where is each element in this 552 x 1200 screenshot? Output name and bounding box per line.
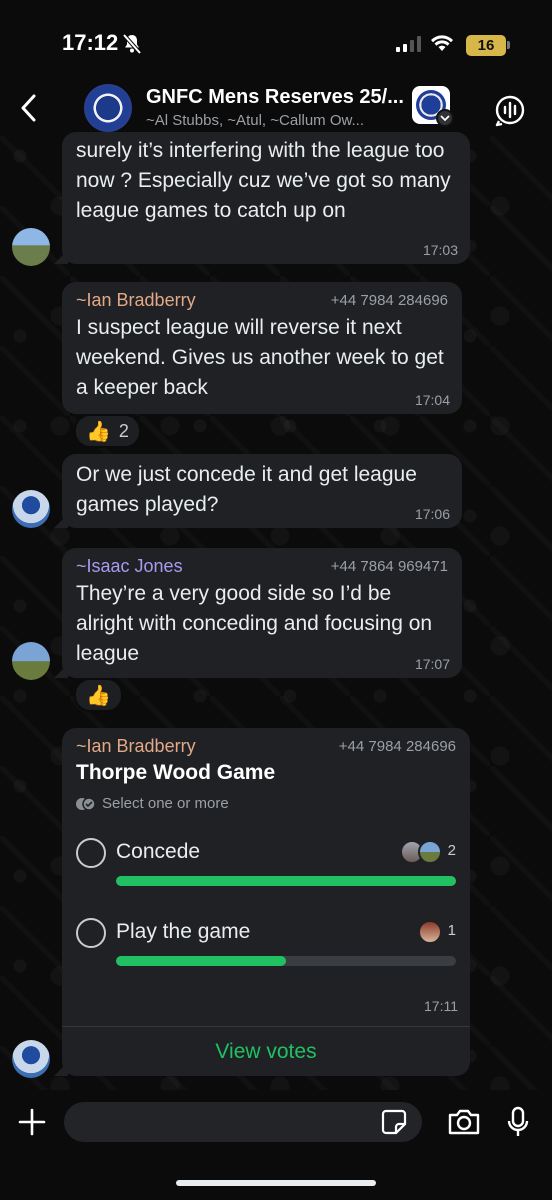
double-check-icon	[76, 796, 96, 811]
message-time: 17:06	[414, 506, 450, 522]
group-title[interactable]: GNFC Mens Reserves 25/...	[146, 86, 404, 109]
message-bubble[interactable]: ~Isaac Jones +44 7864 969471 They’re a v…	[62, 548, 462, 678]
back-chevron-icon	[21, 94, 36, 122]
message-text: I suspect league will reverse it next we…	[76, 316, 444, 399]
avatar	[418, 920, 442, 944]
sender-name[interactable]: ~Ian Bradberry	[76, 736, 196, 757]
group-members[interactable]: ~Al Stubbs, ~Atul, ~Callum Ow...	[146, 112, 364, 129]
poll-option-label: Concede	[116, 840, 201, 863]
sender-name[interactable]: ~Ian Bradberry	[76, 290, 196, 311]
poll-option[interactable]: Concede 2	[76, 828, 456, 908]
avatar[interactable]	[12, 228, 50, 266]
microphone-icon	[507, 1106, 529, 1136]
poll-progress-track	[116, 876, 456, 886]
poll-progress-fill	[116, 876, 456, 886]
poll-option-radio[interactable]	[76, 918, 106, 948]
sender-name[interactable]: ~Isaac Jones	[76, 556, 183, 577]
reaction-badge[interactable]: 👍 2	[74, 414, 141, 448]
message-text: Or we just concede it and get league gam…	[76, 463, 417, 516]
poll-message: ~Ian Bradberry +44 7984 284696 Thorpe Wo…	[62, 728, 470, 1076]
status-time: 17:12	[62, 30, 119, 55]
camera-button[interactable]	[444, 1104, 484, 1140]
poll-vote-count: 1	[447, 922, 456, 939]
message-bubble[interactable]: Or we just concede it and get league gam…	[62, 454, 462, 528]
message-bubble[interactable]: ~Ian Bradberry +44 7984 284696 I suspect…	[62, 282, 462, 414]
bell-slash-icon	[122, 33, 142, 60]
sender-phone: +44 7984 284696	[338, 738, 456, 755]
poll-option-radio[interactable]	[76, 838, 106, 868]
poll-title: Thorpe Wood Game	[76, 761, 276, 784]
message-time: 17:07	[414, 656, 450, 672]
voice-chat-button[interactable]	[490, 90, 530, 130]
chevron-down-icon	[436, 109, 454, 127]
chat-header: GNFC Mens Reserves 25/... ~Al Stubbs, ~A…	[0, 80, 552, 136]
avatar[interactable]	[12, 642, 50, 680]
message-text: surely it’s interfering with the league …	[76, 139, 451, 222]
battery-indicator: 16	[466, 35, 506, 56]
attach-button[interactable]	[12, 1102, 52, 1142]
poll-hint: Select one or more	[76, 795, 456, 812]
sticker-icon	[381, 1109, 407, 1135]
sender-phone: +44 7864 969471	[330, 558, 448, 575]
wifi-icon	[430, 34, 454, 57]
reaction-badge[interactable]: 👍	[74, 678, 123, 712]
poll-progress-fill	[116, 956, 286, 966]
message-text: They’re a very good side so I’d be alrig…	[76, 582, 433, 665]
poll-voters[interactable]	[400, 840, 442, 864]
avatar	[418, 840, 442, 864]
home-indicator[interactable]	[176, 1180, 376, 1186]
poll-voters[interactable]	[418, 920, 442, 944]
message-time: 17:03	[422, 242, 458, 258]
back-button[interactable]	[8, 88, 48, 128]
message-sender-row: ~Ian Bradberry +44 7984 284696	[76, 290, 448, 311]
poll-option[interactable]: Play the game 1	[76, 908, 456, 988]
message-sender-row: ~Ian Bradberry +44 7984 284696	[76, 736, 456, 757]
microphone-button[interactable]	[500, 1102, 536, 1142]
voice-chat-icon	[495, 95, 525, 127]
battery-tip	[507, 41, 510, 49]
avatar[interactable]	[12, 1040, 50, 1078]
message-bubble[interactable]: surely it’s interfering with the league …	[62, 132, 470, 264]
message-sender-row: ~Isaac Jones +44 7864 969471	[76, 556, 448, 577]
sender-phone: +44 7984 284696	[330, 292, 448, 309]
camera-icon	[448, 1109, 480, 1135]
poll-progress-track	[116, 956, 456, 966]
group-avatar[interactable]	[84, 84, 132, 132]
poll-option-label: Play the game	[116, 920, 251, 943]
view-votes-button[interactable]: View votes	[62, 1026, 470, 1076]
status-bar: 17:12 16	[0, 0, 552, 80]
poll-vote-count: 2	[447, 842, 456, 859]
sticker-button[interactable]	[380, 1108, 408, 1136]
poll-hint-text: Select one or more	[102, 795, 229, 812]
message-input[interactable]	[64, 1102, 422, 1142]
message-time: 17:04	[414, 392, 450, 408]
signal-icon	[396, 36, 422, 57]
thumbs-up-icon: 👍	[86, 420, 111, 443]
message-time: 17:11	[424, 998, 458, 1014]
plus-icon	[18, 1108, 46, 1136]
avatar[interactable]	[12, 490, 50, 528]
thumbs-up-icon: 👍	[86, 684, 111, 707]
reaction-count: 2	[118, 420, 129, 441]
